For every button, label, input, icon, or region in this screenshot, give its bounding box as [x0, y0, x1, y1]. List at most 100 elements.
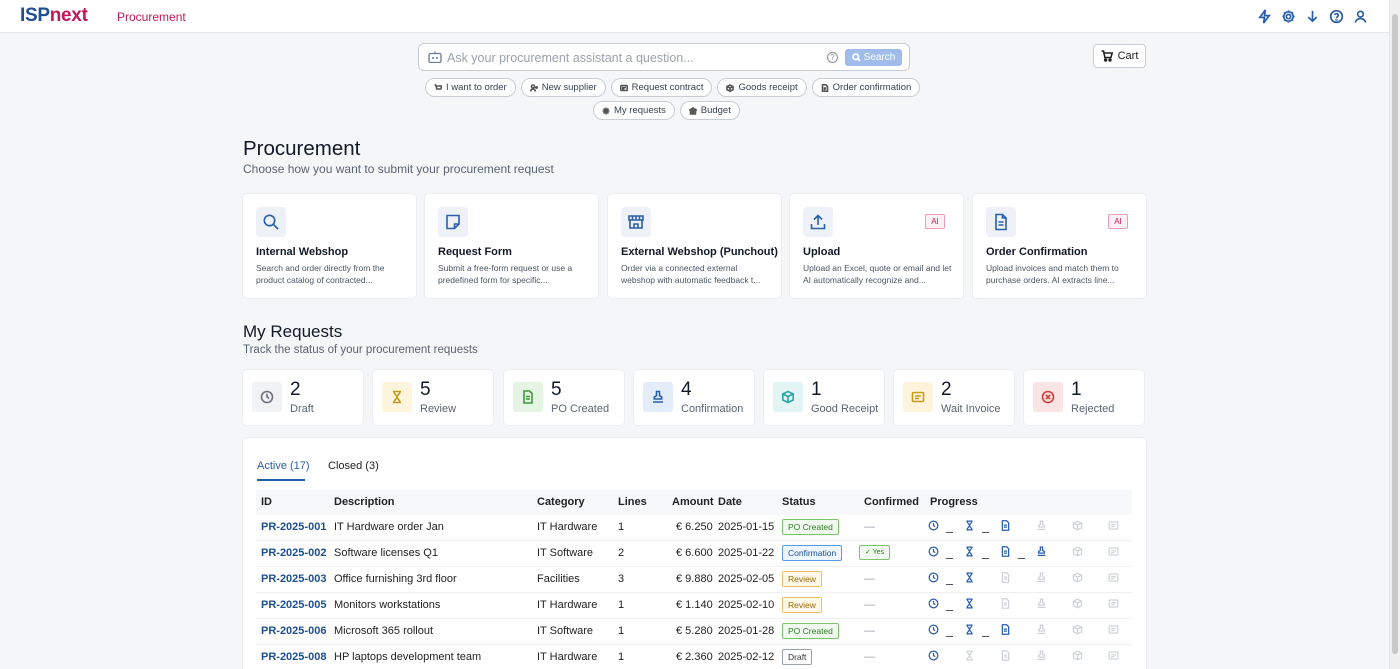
column-date[interactable]: Date	[718, 496, 742, 508]
cell-amount: € 9.880	[676, 573, 713, 585]
request-id-link[interactable]: PR-2025-005	[261, 599, 326, 611]
column-amount[interactable]: Amount	[672, 496, 714, 508]
help-icon[interactable]	[1328, 7, 1344, 25]
search-help-icon[interactable]: ?	[827, 52, 838, 63]
stat-card-po-created[interactable]: 5 PO Created	[504, 370, 624, 425]
column-description[interactable]: Description	[334, 496, 395, 508]
stat-card-wait-invoice[interactable]: 2 Wait Invoice	[894, 370, 1014, 425]
progress-invoice-icon	[1108, 598, 1120, 610]
request-id-link[interactable]: PR-2025-001	[261, 521, 326, 533]
stat-card-draft[interactable]: 2 Draft	[243, 370, 363, 425]
progress-connector	[946, 584, 953, 585]
stat-card-confirmation[interactable]: 4 Confirmation	[634, 370, 754, 425]
scrollbar[interactable]	[1389, 0, 1400, 669]
assistant-search-box: ? Search	[418, 43, 910, 71]
request-id-link[interactable]: PR-2025-003	[261, 573, 326, 585]
gear-icon[interactable]	[1280, 7, 1296, 25]
cell-date: 2025-01-28	[718, 625, 775, 637]
stat-label: PO Created	[551, 403, 610, 415]
stat-label: Good Receipt	[811, 403, 879, 415]
request-id-link[interactable]: PR-2025-002	[261, 547, 326, 559]
cell-lines: 1	[618, 625, 625, 637]
option-title: Internal Webshop	[256, 246, 349, 258]
column-confirmed[interactable]: Confirmed	[864, 496, 919, 508]
option-upload[interactable]: AI Upload Upload an Excel, quote or emai…	[790, 194, 963, 298]
progress-connector	[946, 636, 953, 637]
cell-category: IT Hardware	[537, 651, 598, 663]
chip-budget[interactable]: Budget	[679, 101, 740, 120]
cart-icon	[434, 83, 442, 90]
stat-card-rejected[interactable]: 1 Rejected	[1024, 370, 1144, 425]
progress-hourglass-icon	[964, 624, 976, 636]
cell-confirmed: —	[864, 521, 875, 533]
user-icon[interactable]	[1352, 7, 1368, 25]
progress-invoice-icon	[1108, 546, 1120, 558]
document-icon	[986, 207, 1016, 237]
table-row[interactable]: PR-2025-003 Office furnishing 3rd floor Fa…	[256, 567, 1132, 593]
stat-card-good-receipt[interactable]: 1 Good Receipt	[764, 370, 884, 425]
assistant-search-input[interactable]	[447, 48, 817, 67]
ispnext-logo[interactable]: ISPnext	[20, 5, 88, 27]
chip-new-supplier[interactable]: New supplier	[520, 78, 606, 97]
robot-icon	[428, 51, 442, 63]
ai-badge: AI	[925, 214, 945, 229]
cell-date: 2025-02-05	[718, 573, 775, 585]
option-order-confirmation[interactable]: AI Order Confirmation Upload invoices an…	[973, 194, 1146, 298]
option-external-webshop[interactable]: External Webshop (Punchout) Order via a …	[608, 194, 781, 298]
option-request-form[interactable]: Request Form Submit a free-form request …	[425, 194, 598, 298]
chip-goods-receipt[interactable]: Goods receipt	[717, 78, 807, 97]
column-id[interactable]: ID	[261, 496, 272, 508]
form-icon	[438, 207, 468, 237]
stat-card-review[interactable]: 5 Review	[373, 370, 493, 425]
column-category[interactable]: Category	[537, 496, 585, 508]
search-button-label: Search	[863, 52, 896, 63]
progress-stamp-icon	[1036, 650, 1048, 662]
progress-stamp-icon	[1036, 546, 1048, 558]
cell-lines: 1	[618, 521, 625, 533]
chip-order-confirmation[interactable]: Order confirmation	[811, 78, 921, 97]
search-button[interactable]: Search	[845, 49, 902, 66]
request-id-link[interactable]: PR-2025-008	[261, 651, 326, 663]
stat-label: Draft	[290, 403, 314, 415]
tab-closed[interactable]: Closed (3)	[328, 460, 379, 472]
scrollbar-thumb[interactable]	[1392, 14, 1398, 654]
stat-value: 1	[811, 379, 822, 400]
table-row[interactable]: PR-2025-002 Software licenses Q1 IT Softwa…	[256, 541, 1132, 567]
stat-label: Review	[420, 403, 457, 415]
progress-hourglass-icon	[964, 520, 976, 532]
cell-amount: € 2.360	[676, 651, 713, 663]
chip-i-want-to-order[interactable]: I want to order	[425, 78, 516, 97]
chip-my-requests[interactable]: My requests	[593, 101, 675, 120]
table-row[interactable]: PR-2025-005 Monitors workstations IT Hardw…	[256, 593, 1132, 619]
page-title: Procurement	[243, 137, 361, 160]
progress-connector	[982, 532, 989, 533]
module-title[interactable]: Procurement	[117, 10, 186, 24]
progress-document-icon	[1000, 572, 1012, 584]
chip-request-contract[interactable]: Request contract	[610, 78, 713, 97]
progress-document-icon	[1000, 624, 1012, 636]
table-row[interactable]: PR-2025-008 HP laptops development team IT…	[256, 645, 1132, 669]
tab-active[interactable]: Active (17)	[257, 460, 310, 472]
progress-tracker	[928, 598, 1128, 612]
progress-clock-icon	[928, 598, 940, 610]
cell-lines: 1	[618, 599, 625, 611]
progress-clock-icon	[928, 546, 940, 558]
column-status[interactable]: Status	[782, 496, 816, 508]
table-row[interactable]: PR-2025-006 Microsoft 365 rollout IT Softw…	[256, 619, 1132, 645]
progress-document-icon	[1000, 546, 1012, 558]
progress-invoice-icon	[1108, 624, 1120, 636]
chip-label: My requests	[614, 105, 666, 116]
lightning-icon[interactable]	[1256, 7, 1272, 25]
contract-icon	[619, 84, 628, 91]
table-row[interactable]: PR-2025-001 IT Hardware order Jan IT Hardw…	[256, 515, 1132, 541]
option-internal-webshop[interactable]: Internal Webshop Search and order direct…	[243, 194, 416, 298]
cell-category: IT Software	[537, 547, 594, 559]
column-lines[interactable]: Lines	[618, 496, 647, 508]
cart-button[interactable]: Cart	[1093, 44, 1146, 68]
option-description: Search and order directly from the produ…	[256, 263, 385, 285]
request-id-link[interactable]: PR-2025-006	[261, 625, 326, 637]
progress-invoice-icon	[1108, 650, 1120, 662]
progress-document-icon	[1000, 520, 1012, 532]
cell-description: IT Hardware order Jan	[334, 521, 444, 533]
download-icon[interactable]	[1304, 7, 1320, 25]
